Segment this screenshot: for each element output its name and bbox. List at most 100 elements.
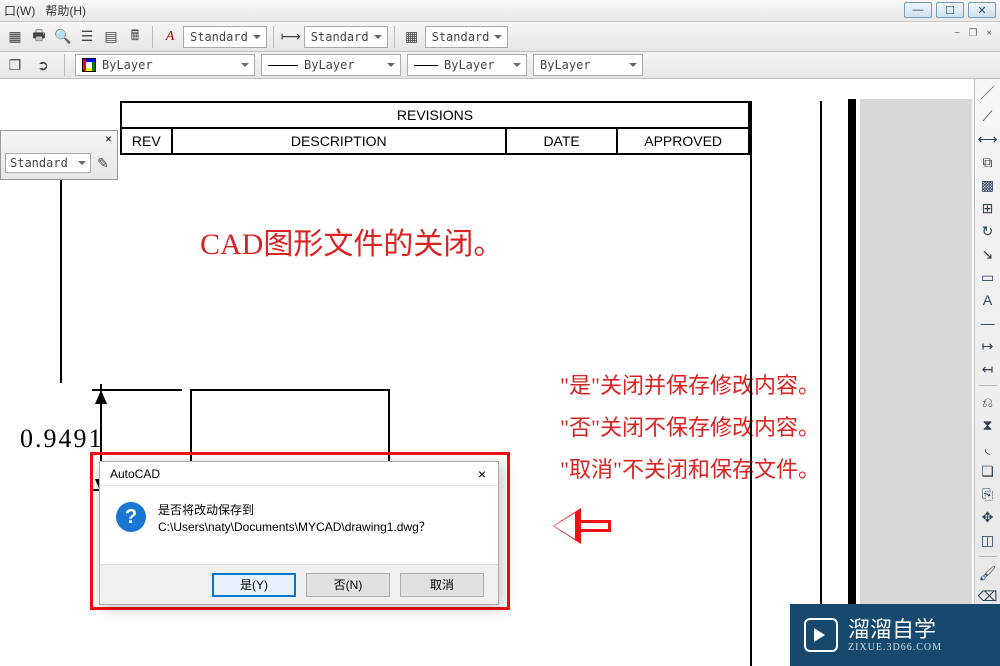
menu-help[interactable]: 帮助(H) [45, 2, 86, 19]
line-icon[interactable]: ／ [977, 83, 999, 103]
col-date: DATE [506, 128, 617, 154]
sheet-icon[interactable]: ▤ [100, 26, 122, 48]
leader-icon[interactable]: ↘ [977, 244, 999, 264]
separator [152, 26, 153, 48]
properties-icon[interactable]: ☰ [76, 26, 98, 48]
annotation-arrow-icon [535, 510, 615, 544]
offset-icon[interactable]: ⎌ [977, 392, 999, 412]
toolbar-layers: ❐ ➲ ByLayer ByLayer ByLayer ByLayer [0, 52, 1000, 79]
watermark-main: 溜溜自学 [848, 618, 942, 642]
move-icon[interactable]: ✥ [977, 507, 999, 527]
dialog-line2: C:\Users\naty\Documents\MYCAD\drawing1.d… [158, 519, 431, 536]
toolbar-styles: ▦ 🖶 🔍 ☰ ▤ 🖩 A Standard ⟼ Standard ▦ Stan… [0, 22, 1000, 52]
revisions-title: REVISIONS [121, 102, 749, 128]
right-tool-palette: ／ ⟋ ⟷ ⧉ ▩ ⊞ ↻ ↘ ▭ A — ↦ ↤ ⎌ ⧗ ◟ ❏ ⎘ ✥ ◫ … [974, 79, 1000, 666]
text-icon[interactable]: A [977, 290, 999, 310]
find-icon[interactable]: 🔍 [52, 26, 74, 48]
question-icon: ? [116, 502, 146, 532]
col-rev: REV [121, 128, 172, 154]
dimstyle-icon[interactable]: ⟼ [280, 26, 302, 48]
paper-margin [860, 99, 972, 666]
dialog-message: 是否将改动保存到 C:\Users\naty\Documents\MYCAD\d… [158, 502, 431, 536]
trim-icon[interactable]: ↤ [977, 359, 999, 379]
dimension-icon[interactable]: ⟷ [977, 129, 999, 149]
dimension-value: 0.9491 [20, 424, 104, 454]
watermark-sub: ZIXUE.3D66.COM [848, 642, 942, 653]
break-icon[interactable]: — [977, 313, 999, 333]
lineweight-label: ByLayer [444, 58, 495, 72]
menu-bar: 口(W) 帮助(H) [0, 0, 1000, 22]
separator [979, 556, 997, 557]
layers-icon[interactable]: ❏ [977, 461, 999, 481]
plotstyle-combo[interactable]: ByLayer [533, 54, 643, 76]
palette-apply-icon[interactable]: ✎ [93, 153, 113, 173]
linetype-label: ByLayer [304, 58, 355, 72]
palette-style-combo[interactable]: Standard [5, 153, 91, 173]
lineweight-preview-icon [414, 65, 438, 66]
separator [273, 26, 274, 48]
measure-icon[interactable]: ⟋ [977, 106, 999, 126]
erase-icon[interactable]: ⌫ [977, 586, 999, 606]
mdi-close-button[interactable]: × [982, 26, 996, 40]
cancel-button[interactable]: 取消 [400, 573, 484, 597]
window-maximize-button[interactable]: ☐ [936, 2, 964, 18]
grid-icon[interactable]: ⊞ [977, 198, 999, 218]
note-yes: "是"关闭并保存修改内容。 [560, 365, 820, 407]
yes-button[interactable]: 是(Y) [212, 573, 296, 597]
dialog-highlight: AutoCAD × ? 是否将改动保存到 C:\Users\naty\Docum… [90, 452, 510, 610]
array-icon[interactable]: ⧉ [977, 152, 999, 172]
note-cancel: "取消"不关闭和保存文件。 [560, 449, 820, 491]
dialog-button-row: 是(Y) 否(N) 取消 [100, 564, 498, 604]
menu-window[interactable]: 口(W) [4, 2, 35, 19]
separator [64, 54, 65, 76]
dialog-line1: 是否将改动保存到 [158, 502, 431, 519]
save-confirm-dialog: AutoCAD × ? 是否将改动保存到 C:\Users\naty\Docum… [99, 461, 499, 605]
annotation-title: CAD图形文件的关闭。 [200, 219, 503, 263]
tablestyle-combo[interactable]: Standard [425, 26, 509, 48]
dialog-titlebar[interactable]: AutoCAD × [100, 462, 498, 486]
annotation-notes: "是"关闭并保存修改内容。 "否"关闭不保存修改内容。 "取消"不关闭和保存文件… [560, 365, 820, 491]
window-minimize-button[interactable]: — [904, 2, 932, 18]
play-icon [804, 618, 838, 652]
palette-close-button[interactable]: × [102, 132, 115, 146]
mirror-icon[interactable]: ⧗ [977, 415, 999, 435]
lineweight-combo[interactable]: ByLayer [407, 54, 527, 76]
rectangle-icon[interactable]: ▭ [977, 267, 999, 287]
col-description: DESCRIPTION [172, 128, 506, 154]
print-icon[interactable]: 🖶 [28, 26, 50, 48]
floating-style-palette[interactable]: × Standard ✎ [0, 130, 118, 180]
textstyle-icon[interactable]: A [159, 26, 181, 48]
dialog-title: AutoCAD [110, 467, 160, 481]
layer-move-icon[interactable]: ➲ [32, 54, 54, 76]
textstyle-combo[interactable]: Standard [183, 26, 267, 48]
copy-icon[interactable]: ⎘ [977, 484, 999, 504]
col-approved: APPROVED [617, 128, 749, 154]
layer-icon[interactable]: ❐ [4, 54, 26, 76]
border-segment [820, 101, 822, 666]
mdi-restore-button[interactable]: ❐ [966, 26, 980, 40]
paint-icon[interactable]: 🖌 [977, 563, 999, 583]
dialog-close-button[interactable]: × [472, 466, 492, 482]
window-close-button[interactable]: ✕ [968, 2, 996, 18]
color-combo[interactable]: ByLayer [75, 54, 255, 76]
tablestyle-icon[interactable]: ▦ [401, 26, 423, 48]
extend-icon[interactable]: ↦ [977, 336, 999, 356]
linetype-combo[interactable]: ByLayer [261, 54, 401, 76]
calc-icon[interactable]: 🖩 [124, 26, 146, 48]
linetype-preview-icon [268, 65, 298, 66]
plotstyle-label: ByLayer [540, 58, 591, 72]
table-icon[interactable]: ▦ [4, 26, 26, 48]
border-segment [750, 101, 752, 666]
block-icon[interactable]: ◫ [977, 530, 999, 550]
no-button[interactable]: 否(N) [306, 573, 390, 597]
color-swatch-icon [82, 58, 96, 72]
hatch-icon[interactable]: ▩ [977, 175, 999, 195]
watermark-logo: 溜溜自学 ZIXUE.3D66.COM [790, 604, 1000, 666]
titleblock-border [848, 99, 856, 666]
fillet-icon[interactable]: ◟ [977, 438, 999, 458]
mdi-minimize-button[interactable]: − [950, 26, 964, 40]
dimstyle-combo[interactable]: Standard [304, 26, 388, 48]
rotate-icon[interactable]: ↻ [977, 221, 999, 241]
revisions-table: REVISIONS REV DESCRIPTION DATE APPROVED [120, 101, 750, 155]
separator [979, 385, 997, 386]
